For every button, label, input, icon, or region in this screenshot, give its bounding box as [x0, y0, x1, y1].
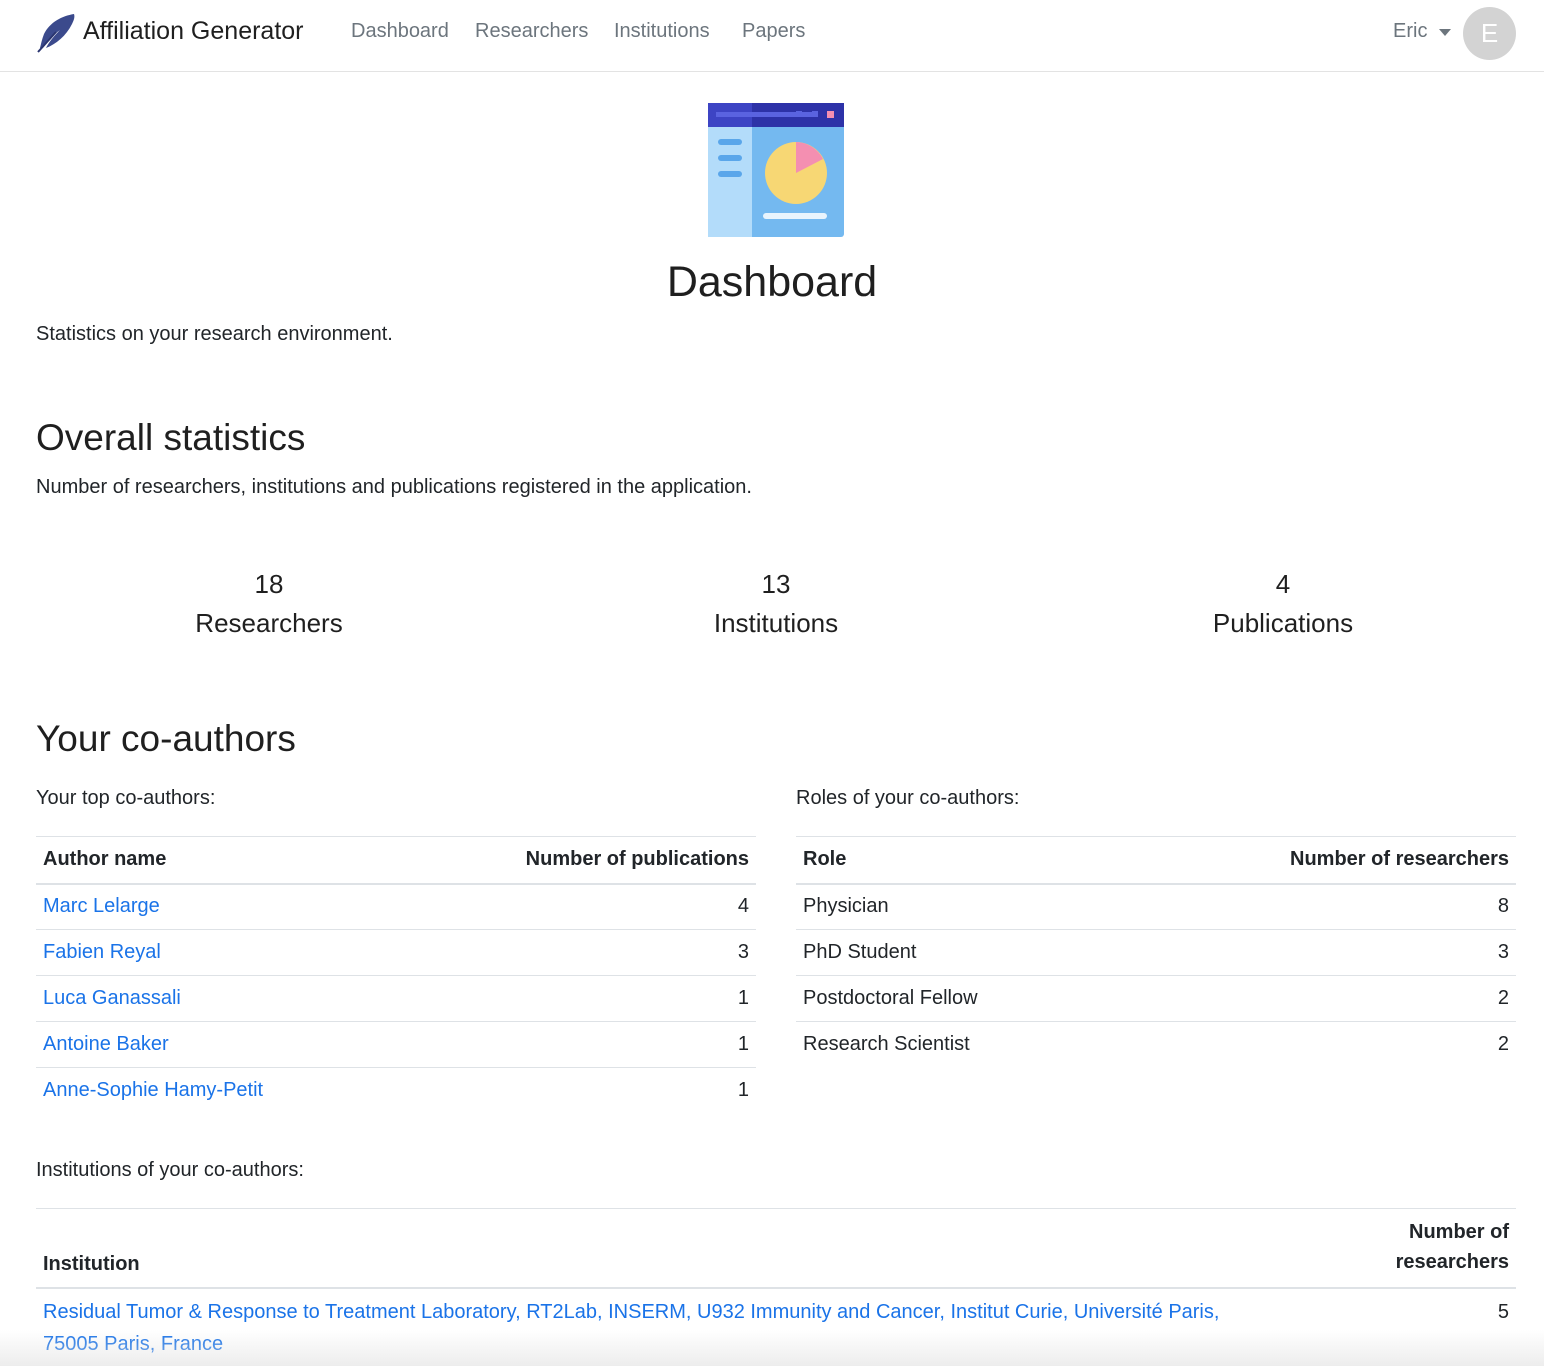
stat-institutions: 13 Institutions: [526, 566, 1026, 648]
nav-papers[interactable]: Papers: [742, 20, 805, 43]
chevron-down-icon[interactable]: [1439, 29, 1451, 36]
table-row: Fabien Reyal 3: [36, 930, 756, 976]
institution-line: 75005 Paris, France: [43, 1332, 224, 1355]
table-header-row: Author name Number of publications: [36, 836, 756, 884]
roles-caption: Roles of your co-authors:: [796, 787, 1020, 809]
nav-institutions[interactable]: Institutions: [614, 20, 710, 43]
user-menu-label[interactable]: Eric: [1393, 20, 1427, 43]
publication-count: 3: [737, 941, 749, 963]
author-link[interactable]: Marc Lelarge: [43, 895, 160, 917]
role-name: Physician: [803, 895, 889, 918]
publication-count: 4: [737, 895, 749, 918]
column-header-role[interactable]: Role: [796, 837, 1118, 884]
nav-dashboard[interactable]: Dashboard: [351, 20, 449, 43]
table-row: PhD Student 3: [796, 930, 1516, 976]
top-coauthors-caption: Your top co-authors:: [36, 787, 216, 809]
author-link[interactable]: Antoine Baker: [43, 1033, 169, 1055]
brand-name[interactable]: Affiliation Generator: [83, 17, 304, 46]
stat-label: Researchers: [195, 608, 343, 638]
stat-value: 13: [761, 569, 791, 599]
table-row: Physician 8: [796, 884, 1516, 930]
overall-statistics-description: Number of researchers, institutions and …: [36, 476, 752, 498]
header-line: researchers: [1395, 1250, 1509, 1273]
column-header-number-of-publications[interactable]: Number of publications: [394, 837, 756, 884]
table-header-row: Role Number of researchers: [796, 836, 1516, 884]
researcher-count: 5: [1497, 1300, 1509, 1323]
nav-researchers[interactable]: Researchers: [475, 20, 588, 43]
table-row: Luca Ganassali 1: [36, 976, 756, 1022]
author-link[interactable]: Anne-Sophie Hamy-Petit: [43, 1079, 263, 1101]
stat-value: 4: [1275, 569, 1291, 599]
top-coauthors-table: Author name Number of publications Marc …: [36, 836, 756, 1114]
feather-icon[interactable]: [34, 12, 78, 54]
researcher-count: 8: [1497, 895, 1509, 918]
role-name: Research Scientist: [803, 1033, 970, 1056]
column-header-institution[interactable]: Institution: [36, 1209, 1326, 1288]
researcher-count: 2: [1497, 1033, 1509, 1056]
header-line: Number of: [1409, 1220, 1509, 1243]
role-name: Postdoctoral Fellow: [803, 987, 978, 1009]
overall-statistics-heading: Overall statistics: [36, 417, 306, 458]
table-row: Anne-Sophie Hamy-Petit 1: [36, 1068, 756, 1114]
publication-count: 1: [737, 1079, 749, 1102]
top-navbar: Affiliation Generator Dashboard Research…: [0, 0, 1544, 72]
table-row: Antoine Baker 1: [36, 1022, 756, 1068]
institution-link[interactable]: Residual Tumor & Response to Treatment L…: [43, 1296, 1319, 1360]
roles-table: Role Number of researchers Physician 8 P…: [796, 836, 1516, 1068]
coauthors-heading: Your co-authors: [36, 718, 296, 759]
table-header-row: Institution Number of researchers: [36, 1208, 1516, 1288]
author-link[interactable]: Fabien Reyal: [43, 941, 161, 963]
page-lead: Statistics on your research environment.: [36, 323, 393, 345]
institutions-table: Institution Number of researchers Residu…: [36, 1208, 1516, 1360]
researcher-count: 2: [1497, 987, 1509, 1009]
stat-researchers: 18 Researchers: [19, 566, 519, 648]
stat-label: Publications: [1212, 608, 1354, 638]
publication-count: 1: [737, 1033, 749, 1055]
publication-count: 1: [737, 987, 749, 1009]
stat-publications: 4 Publications: [1033, 566, 1533, 648]
table-row: Research Scientist 2: [796, 1022, 1516, 1068]
column-header-number-of-researchers[interactable]: Number of researchers: [1118, 837, 1516, 884]
dashboard-illustration-icon: [708, 103, 844, 237]
institution-line: Residual Tumor & Response to Treatment L…: [43, 1300, 1220, 1323]
stat-label: Institutions: [713, 608, 839, 638]
column-header-number-of-researchers[interactable]: Number of researchers: [1326, 1209, 1516, 1288]
table-row: Residual Tumor & Response to Treatment L…: [36, 1288, 1516, 1360]
avatar[interactable]: E: [1463, 7, 1516, 60]
stat-value: 18: [254, 569, 284, 599]
table-row: Marc Lelarge 4: [36, 884, 756, 930]
role-name: PhD Student: [803, 941, 917, 963]
table-row: Postdoctoral Fellow 2: [796, 976, 1516, 1022]
author-link[interactable]: Luca Ganassali: [43, 987, 181, 1009]
page-title: Dashboard: [666, 258, 878, 306]
column-header-author-name[interactable]: Author name: [36, 837, 394, 884]
institutions-caption: Institutions of your co-authors:: [36, 1159, 304, 1181]
researcher-count: 3: [1497, 941, 1509, 963]
